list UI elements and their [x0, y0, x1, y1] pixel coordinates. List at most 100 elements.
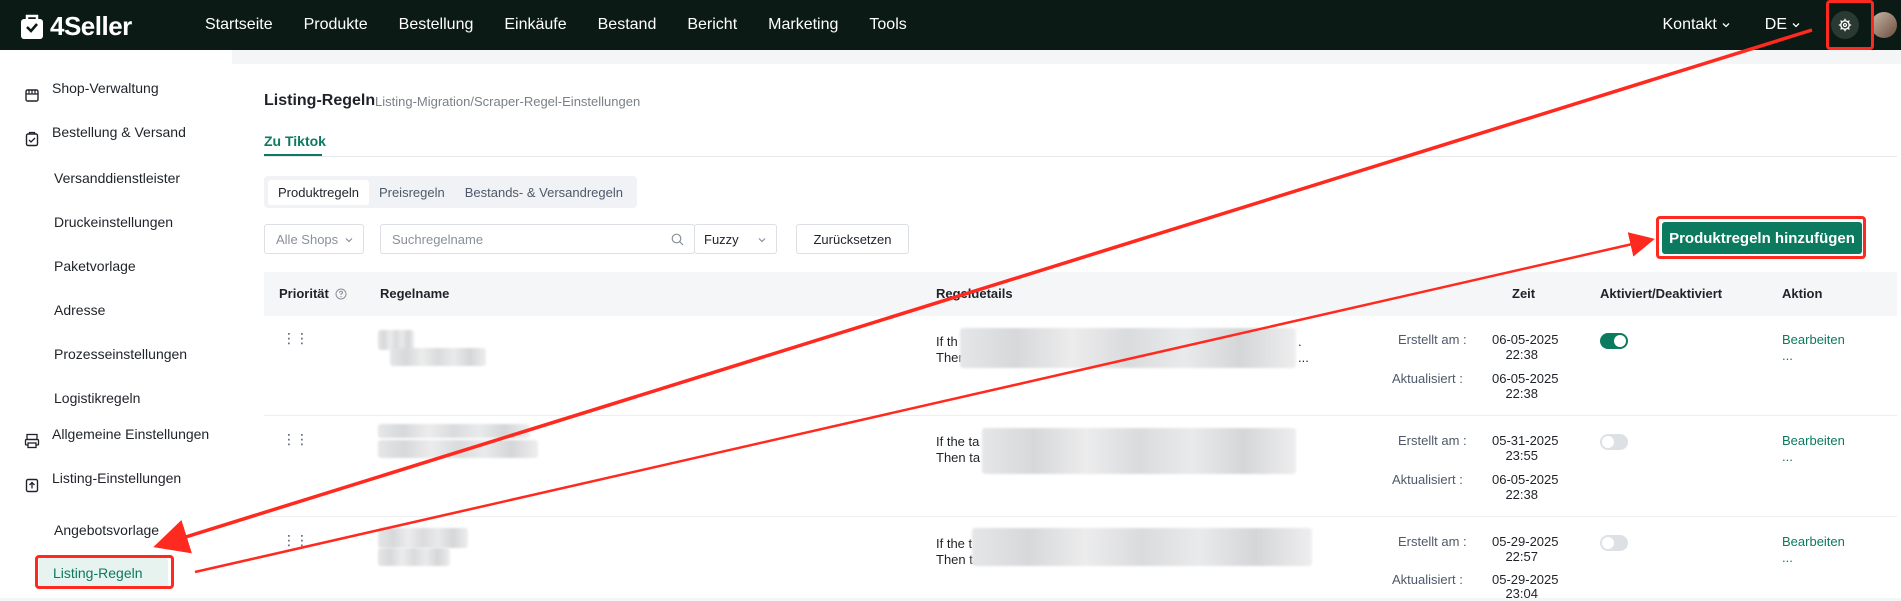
search-input[interactable]: Suchregelname: [380, 224, 695, 254]
sidebar-item-angebotsvorlage[interactable]: Angebotsvorlage: [54, 522, 159, 538]
printer-icon: [24, 433, 40, 449]
search-icon: [671, 233, 684, 246]
main-nav: Startseite Produkte Bestellung Einkäufe …: [205, 0, 938, 50]
more-actions-link[interactable]: ...: [1782, 449, 1793, 464]
toggle-knob: [1602, 537, 1614, 549]
created-label: Erstellt am :: [1398, 332, 1467, 347]
enable-toggle[interactable]: [1600, 535, 1628, 551]
created-time: 22:38: [1502, 347, 1538, 362]
nav-startseite[interactable]: Startseite: [205, 16, 273, 34]
segment-produktregeln[interactable]: Produktregeln: [268, 180, 369, 205]
column-label: Priorität: [279, 286, 329, 301]
updated-date: 05-29-2025: [1492, 572, 1559, 587]
rule-detail-line1: If th: [936, 334, 958, 349]
edit-link[interactable]: Bearbeiten: [1782, 433, 1845, 448]
chevron-down-icon: [757, 235, 767, 245]
enable-toggle[interactable]: [1600, 434, 1628, 450]
rule-name-redacted: [378, 440, 538, 458]
enable-toggle[interactable]: [1600, 333, 1628, 349]
chevron-down-icon: [1791, 20, 1801, 30]
rule-name-redacted: [378, 548, 450, 566]
rule-type-segmented-control: Produktregeln Preisregeln Bestands- & Ve…: [264, 176, 637, 208]
created-date: 05-29-2025: [1492, 534, 1559, 549]
updated-label: Aktualisiert :: [1392, 472, 1463, 487]
drag-handle-icon[interactable]: ⋮⋮: [282, 532, 308, 549]
segment-bestands-versandregeln[interactable]: Bestands- & Versandregeln: [455, 180, 633, 205]
shop-select[interactable]: Alle Shops: [264, 224, 364, 254]
sidebar-item-versanddienstleister[interactable]: Versanddienstleister: [54, 170, 180, 186]
more-actions-link[interactable]: ...: [1782, 550, 1793, 565]
annotation-box-add-button: [1656, 216, 1866, 259]
search-placeholder: Suchregelname: [392, 232, 483, 247]
column-zeit: Zeit: [1512, 286, 1535, 301]
nav-bestand[interactable]: Bestand: [598, 16, 657, 34]
contact-dropdown[interactable]: Kontakt: [1663, 16, 1731, 34]
column-regelname: Regelname: [380, 286, 449, 301]
row-divider: [264, 516, 1897, 517]
annotation-box-settings: [1826, 0, 1874, 50]
tab-divider: [264, 156, 1897, 157]
store-icon: [24, 87, 40, 103]
rule-detail-redacted: [972, 528, 1312, 566]
shop-select-value: Alle Shops: [276, 232, 338, 247]
match-mode-value: Fuzzy: [704, 232, 739, 247]
nav-bericht[interactable]: Bericht: [687, 16, 737, 34]
rule-name-redacted: [378, 528, 468, 548]
drag-handle-icon[interactable]: ⋮⋮: [282, 431, 308, 448]
match-mode-select[interactable]: Fuzzy: [694, 224, 777, 254]
column-aktion: Aktion: [1782, 286, 1822, 301]
nav-produkte[interactable]: Produkte: [304, 16, 368, 34]
help-circle-icon[interactable]: [335, 288, 347, 300]
sidebar-item-adresse[interactable]: Adresse: [54, 302, 105, 318]
segment-preisregeln[interactable]: Preisregeln: [369, 180, 455, 205]
updated-date: 06-05-2025: [1492, 472, 1559, 487]
rule-name-redacted: [378, 424, 530, 438]
chevron-down-icon: [1721, 20, 1731, 30]
updated-time: 22:38: [1502, 386, 1538, 401]
reset-button[interactable]: Zurücksetzen: [796, 224, 909, 254]
drag-handle-icon[interactable]: ⋮⋮: [282, 330, 308, 347]
language-dropdown[interactable]: DE: [1765, 16, 1801, 34]
created-time: 22:57: [1502, 549, 1538, 564]
rule-detail-redacted: [982, 428, 1296, 474]
updated-label: Aktualisiert :: [1392, 572, 1463, 587]
updated-time: 22:38: [1502, 487, 1538, 502]
sidebar-item-label: Listing-Einstellungen: [52, 470, 181, 486]
edit-link[interactable]: Bearbeiten: [1782, 534, 1845, 549]
rule-detail-redacted: [960, 328, 1296, 368]
column-regeldetails: Regeldetails: [936, 286, 1013, 301]
column-prioritaet: Priorität: [279, 286, 347, 301]
nav-marketing[interactable]: Marketing: [768, 16, 838, 34]
page-title: Listing-Regeln: [264, 92, 375, 110]
toggle-knob: [1602, 436, 1614, 448]
language-label: DE: [1765, 16, 1787, 34]
user-avatar[interactable]: [1871, 12, 1897, 38]
sidebar-item-prozesseinstellungen[interactable]: Prozesseinstellungen: [54, 346, 187, 362]
sidebar-item-paketvorlage[interactable]: Paketvorlage: [54, 258, 136, 274]
shopping-bag-icon: [20, 14, 44, 40]
edit-link[interactable]: Bearbeiten: [1782, 332, 1845, 347]
chevron-down-icon: [344, 235, 354, 245]
created-date: 05-31-2025: [1492, 433, 1559, 448]
updated-label: Aktualisiert :: [1392, 371, 1463, 386]
sidebar-item-logistikregeln[interactable]: Logistikregeln: [54, 390, 140, 406]
rule-detail-line2: Then ta: [936, 450, 980, 465]
nav-einkaeufe[interactable]: Einkäufe: [504, 16, 566, 34]
nav-bestellung[interactable]: Bestellung: [399, 16, 474, 34]
updated-time: 23:04: [1502, 586, 1538, 601]
more-actions-link[interactable]: ...: [1782, 348, 1793, 363]
created-label: Erstellt am :: [1398, 433, 1467, 448]
rule-detail-line1: If the t: [936, 536, 972, 551]
sidebar-item-druckeinstellungen[interactable]: Druckeinstellungen: [54, 214, 173, 230]
reset-label: Zurücksetzen: [813, 232, 891, 247]
tab-zu-tiktok[interactable]: Zu Tiktok: [264, 133, 326, 149]
row-divider: [264, 415, 1897, 416]
sidebar-item-label: Allgemeine Einstellungen: [52, 426, 209, 442]
brand-logo[interactable]: 4Seller: [20, 11, 132, 42]
rule-name-redacted: [378, 330, 414, 350]
upload-icon: [24, 477, 40, 493]
brand-name: 4Seller: [50, 11, 132, 42]
annotation-box-listing-regeln: [35, 555, 174, 589]
nav-tools[interactable]: Tools: [869, 16, 906, 34]
created-time: 23:55: [1502, 448, 1538, 463]
